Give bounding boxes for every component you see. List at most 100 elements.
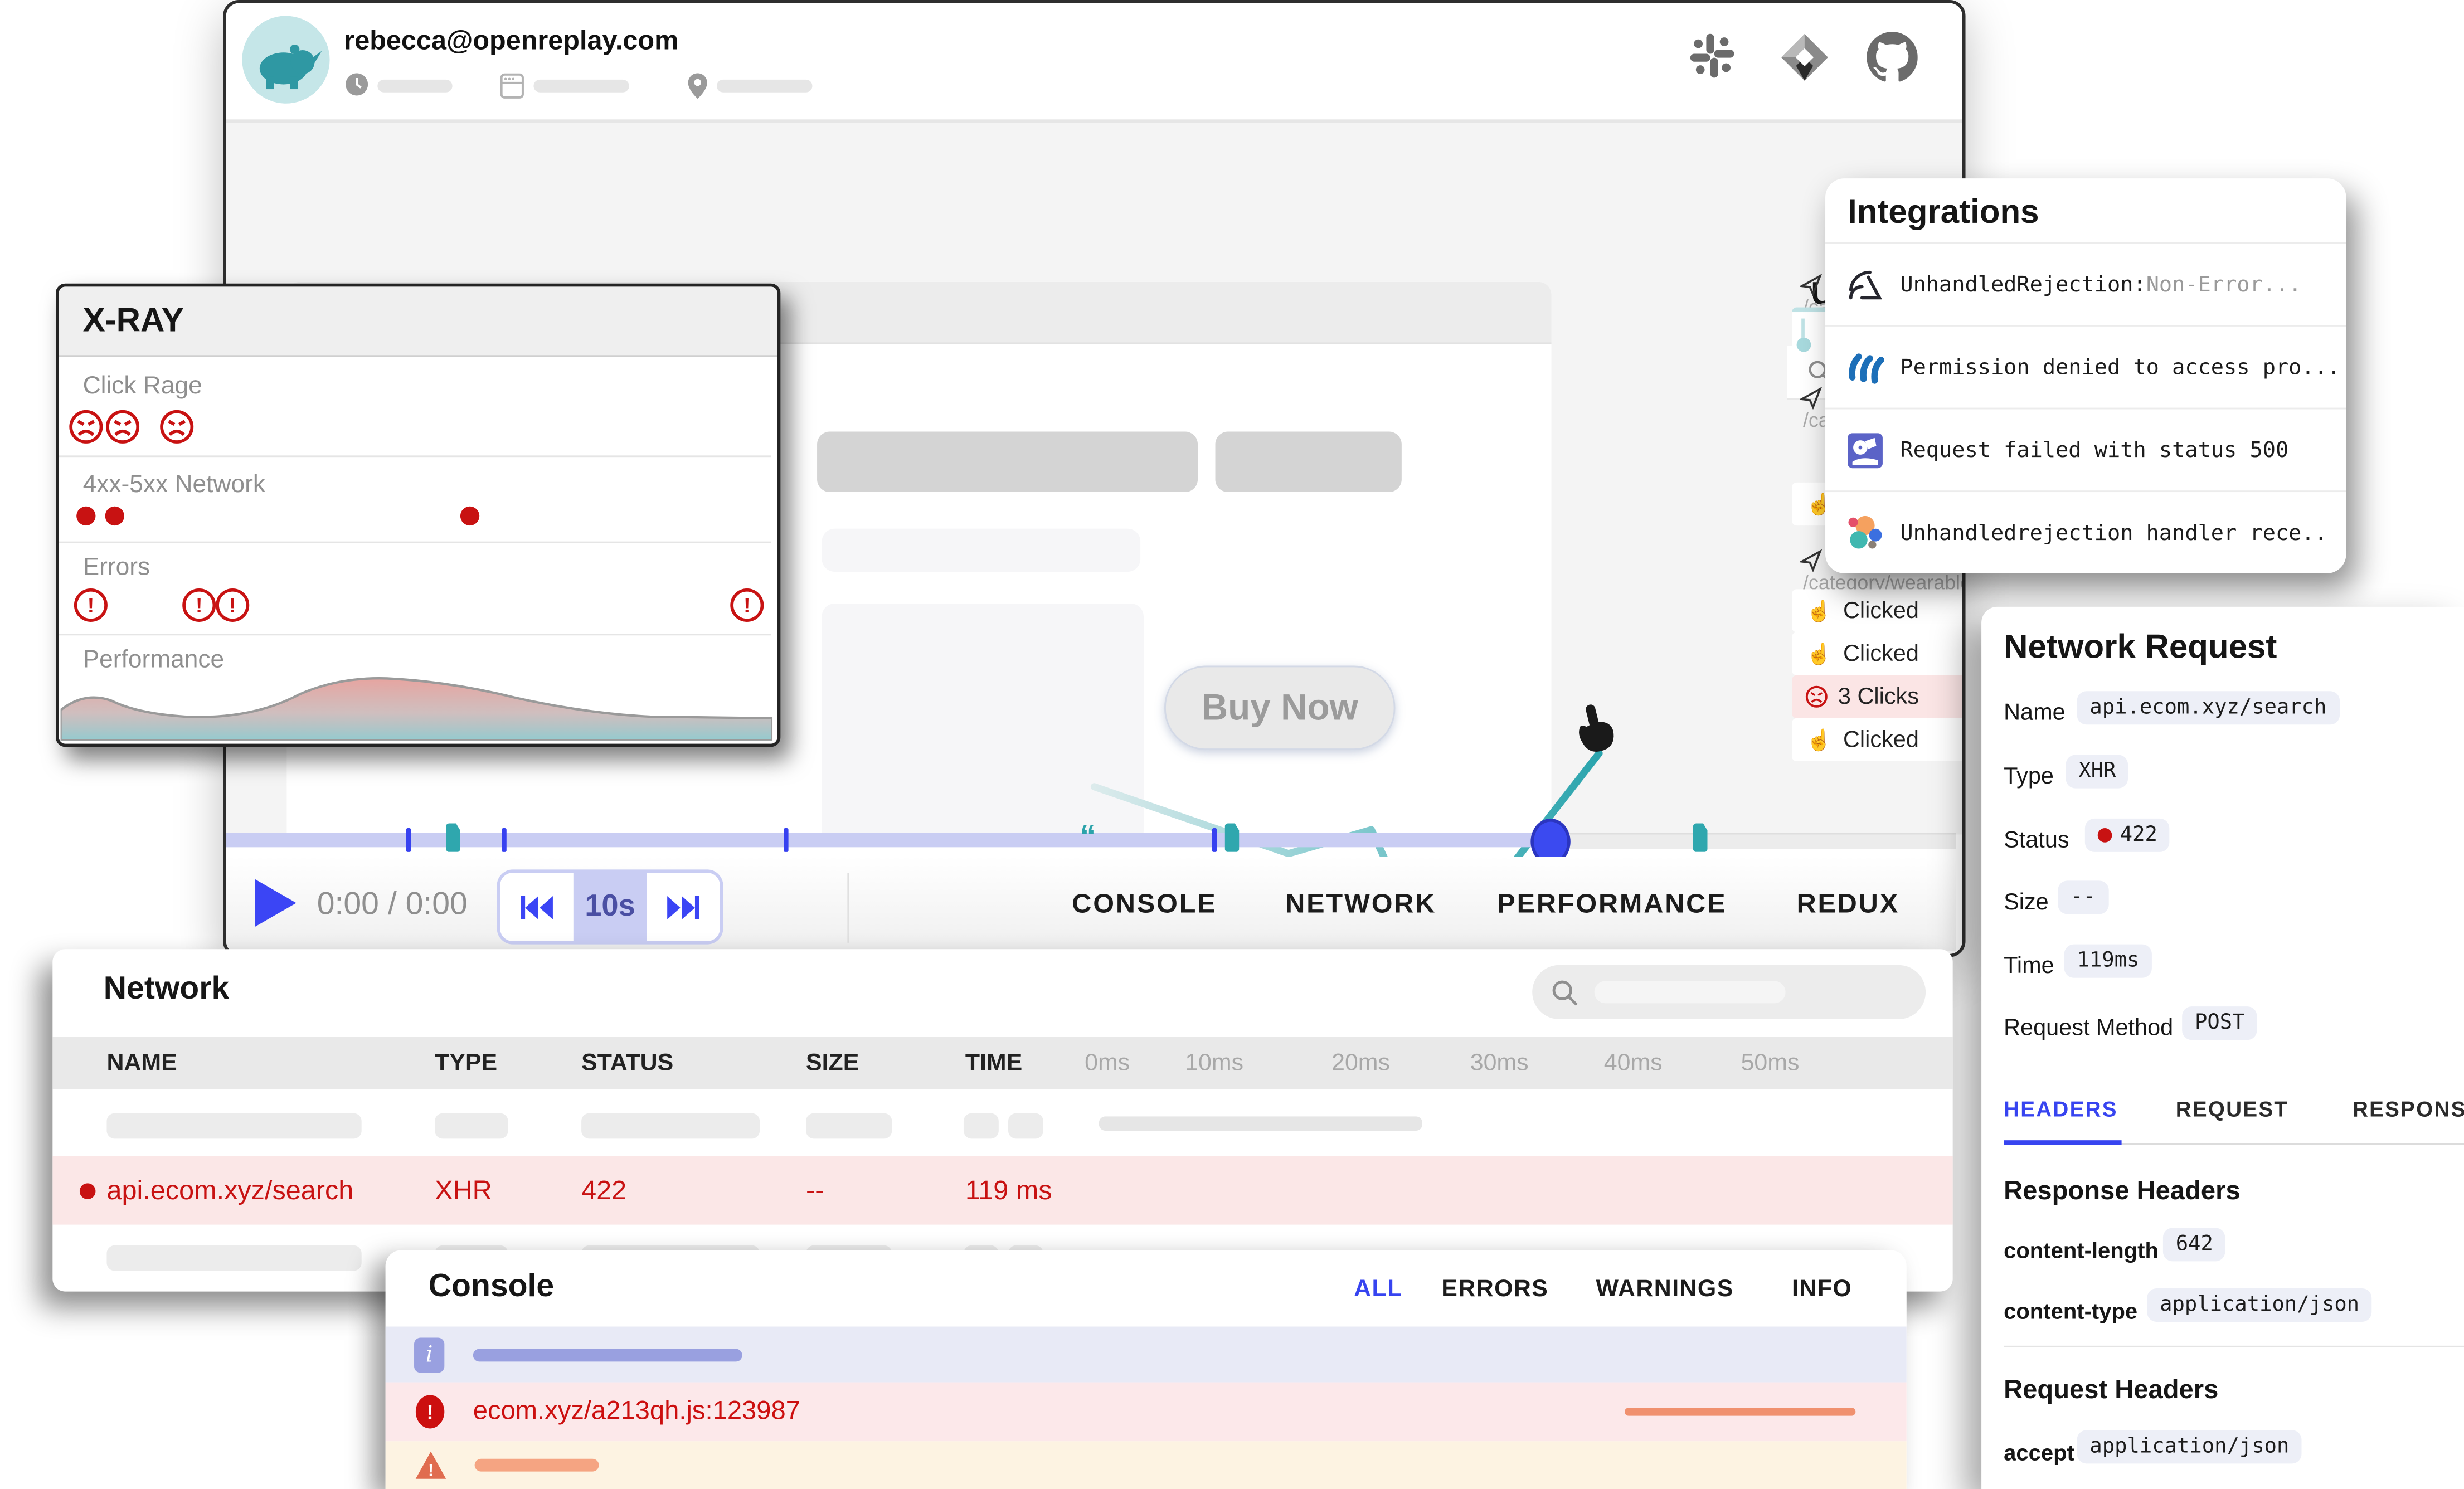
network-panel-title: Network xyxy=(104,971,229,1008)
warning-icon: ! xyxy=(414,1449,448,1481)
info-icon: i xyxy=(414,1337,444,1372)
console-tab-warnings[interactable]: WARNINGS xyxy=(1596,1276,1734,1303)
tab-network[interactable]: NETWORK xyxy=(1285,889,1436,921)
field-label-type: Type xyxy=(2004,765,2054,790)
response-headers-title: Response Headers xyxy=(2004,1177,2241,1207)
event-rage-clicks[interactable]: 3 Clicks Quantity + xyxy=(1792,675,1966,718)
rage-face-icon xyxy=(1805,685,1829,709)
header-value: application/json xyxy=(2147,1288,2372,1322)
field-label-status: Status xyxy=(2004,828,2069,854)
timeline-event-tick[interactable] xyxy=(1212,828,1217,852)
player-timeline-remaining[interactable] xyxy=(1564,833,1956,849)
timeline-event-tick[interactable] xyxy=(502,828,507,852)
browser-skeleton xyxy=(533,80,629,93)
xray-panel: X-RAY Click Rage 4xx-5xx Network Errors … xyxy=(56,284,780,747)
clock-icon xyxy=(346,73,368,95)
integration-row-waves[interactable]: Permission denied to access pro... xyxy=(1825,325,2346,409)
github-icon[interactable] xyxy=(1867,32,1917,82)
col-name[interactable]: NAME xyxy=(106,1049,177,1077)
timeline-page-marker[interactable] xyxy=(446,823,460,851)
network-error-dot[interactable] xyxy=(460,507,479,525)
integrations-panel: Integrations UnhandledRejection: Non-Err… xyxy=(1825,178,2346,573)
app-skeleton-block xyxy=(817,431,1198,492)
search-icon xyxy=(1551,979,1578,1006)
console-panel: Console ALL ERRORS WARNINGS INFO i ! eco… xyxy=(386,1250,1907,1489)
tab-headers[interactable]: HEADERS xyxy=(2004,1097,2118,1121)
error-trace-bar xyxy=(1625,1408,1855,1415)
header-value: 642 xyxy=(2163,1228,2226,1261)
datadog-icon xyxy=(1846,431,1884,470)
network-row-skeleton[interactable] xyxy=(52,1099,1952,1155)
duration-skeleton xyxy=(377,80,452,93)
tab-redux[interactable]: REDUX xyxy=(1797,889,1899,921)
console-tab-all[interactable]: ALL xyxy=(1354,1276,1403,1303)
console-info-row[interactable]: i xyxy=(386,1327,1907,1383)
network-search-input[interactable] xyxy=(1532,965,1926,1019)
col-type[interactable]: TYPE xyxy=(435,1049,497,1077)
integration-row-elastic[interactable]: Unhandledrejection handler rece.. xyxy=(1825,490,2346,573)
tab-console[interactable]: CONSOLE xyxy=(1072,889,1217,921)
error-icons: !!!! xyxy=(72,586,772,625)
event-clicked-size[interactable]: ☝ Clicked Size xyxy=(1792,589,1966,632)
stage: rebecca@openreplay.com xyxy=(0,0,2464,1489)
console-warning-row[interactable]: ! xyxy=(386,1441,1907,1489)
col-size[interactable]: SIZE xyxy=(806,1049,859,1077)
timeline-quote-marker[interactable]: “ xyxy=(1080,820,1096,857)
timeline-event-tick[interactable] xyxy=(406,828,411,852)
network-error-dot[interactable] xyxy=(105,507,124,525)
timeline-dot xyxy=(1797,338,1811,352)
browser-icon xyxy=(500,73,524,99)
divider xyxy=(2004,1346,2464,1347)
event-clicked-color[interactable]: ☝ Clicked Color xyxy=(1792,632,1966,675)
network-row-error[interactable]: api.ecom.xyz/search XHR 422 -- 119 ms xyxy=(52,1156,1952,1225)
controls-divider xyxy=(847,873,849,943)
field-label-size: Size xyxy=(2004,891,2049,916)
slack-icon[interactable] xyxy=(1688,32,1736,80)
visited-icon xyxy=(1800,274,1822,296)
player-timeline-played[interactable] xyxy=(226,833,1564,848)
row-time: 119 ms xyxy=(965,1175,1052,1207)
tick-10ms: 10ms xyxy=(1185,1049,1243,1077)
console-tab-info[interactable]: INFO xyxy=(1792,1276,1852,1303)
user-email: rebecca@openreplay.com xyxy=(344,26,678,57)
skip-back-button[interactable] xyxy=(500,873,573,941)
jira-icon[interactable] xyxy=(1779,32,1830,82)
timeline-page-marker[interactable] xyxy=(1693,823,1708,851)
tab-request[interactable]: REQUEST xyxy=(2176,1097,2289,1121)
row-name: api.ecom.xyz/search xyxy=(106,1175,353,1207)
col-status[interactable]: STATUS xyxy=(581,1049,673,1077)
app-skeleton-block xyxy=(1216,431,1402,492)
search-placeholder-skeleton xyxy=(1595,981,1786,1003)
header-label: content-type xyxy=(2004,1298,2137,1323)
field-value-status: 422 xyxy=(2085,819,2170,852)
integration-message: Permission denied to access pro... xyxy=(1900,355,2340,381)
svg-text:!: ! xyxy=(428,1461,434,1480)
integration-row-datadog[interactable]: Request failed with status 500 xyxy=(1825,408,2346,492)
divider xyxy=(59,542,771,543)
integration-message-muted: Non-Error... xyxy=(2146,273,2302,298)
timeline-event-tick[interactable] xyxy=(784,828,789,852)
skip-interval-label: 10s xyxy=(585,889,635,924)
avatar xyxy=(242,16,329,104)
field-value-name: api.ecom.xyz/search xyxy=(2077,691,2340,724)
app-skeleton-block xyxy=(822,529,1141,572)
integration-row-sentry[interactable]: UnhandledRejection: Non-Error... xyxy=(1825,242,2346,326)
header-label: content-length xyxy=(2004,1238,2159,1263)
skip-interval[interactable]: 10s xyxy=(574,873,647,941)
header-value: application/json xyxy=(2077,1430,2302,1463)
network-error-dot[interactable] xyxy=(76,507,95,525)
console-error-row[interactable]: ! ecom.xyz/a213qh.js:123987 xyxy=(386,1383,1907,1442)
play-button[interactable] xyxy=(252,876,300,930)
console-tab-errors[interactable]: ERRORS xyxy=(1441,1276,1548,1303)
field-value-type: XHR xyxy=(2066,755,2129,789)
tab-performance[interactable]: PERFORMANCE xyxy=(1497,889,1727,921)
tab-response[interactable]: RESPONSE xyxy=(2353,1097,2464,1121)
session-topbar: rebecca@openreplay.com xyxy=(226,3,1962,123)
skip-forward-button[interactable] xyxy=(647,873,720,941)
timeline-page-marker[interactable] xyxy=(1225,823,1240,851)
event-clicked-buynow[interactable]: ☝ Clicked Buy Now xyxy=(1792,718,1966,761)
click-hand-cursor xyxy=(1574,704,1619,758)
xray-errors-label: Errors xyxy=(83,554,150,583)
col-time[interactable]: TIME xyxy=(965,1049,1022,1077)
log-skeleton-bar xyxy=(473,1348,742,1361)
